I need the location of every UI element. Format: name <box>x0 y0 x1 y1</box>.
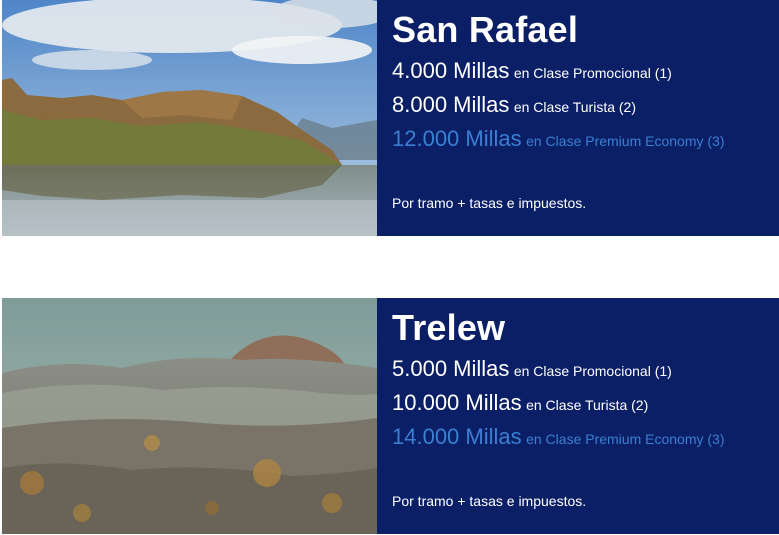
fare-class: en Clase Promocional (1) <box>513 65 672 81</box>
destination-info-panel: Trelew 5.000 Millas en Clase Promocional… <box>377 298 779 534</box>
fare-row-premium-economy: 12.000 Millas en Clase Premium Economy (… <box>392 128 779 150</box>
fare-note: Por tramo + tasas e impuestos. <box>392 195 587 211</box>
destination-photo <box>2 298 377 534</box>
destination-card-trelew[interactable]: Trelew 5.000 Millas en Clase Promocional… <box>2 298 779 534</box>
fare-row-turista: 10.000 Millas en Clase Turista (2) <box>392 392 779 414</box>
destination-city-name: San Rafael <box>392 9 579 50</box>
destination-card-san-rafael[interactable]: San Rafael 4.000 Millas en Clase Promoci… <box>2 0 779 236</box>
fare-row-premium-economy: 14.000 Millas en Clase Premium Economy (… <box>392 426 779 448</box>
fare-row-turista: 8.000 Millas en Clase Turista (2) <box>392 94 779 116</box>
destination-photo <box>2 0 377 236</box>
fare-miles: 10.000 Millas <box>392 390 522 415</box>
fare-row-promocional: 5.000 Millas en Clase Promocional (1) <box>392 358 779 380</box>
trelew-landscape-image <box>2 298 377 534</box>
fare-miles: 12.000 Millas <box>392 126 522 151</box>
fare-class: en Clase Turista (2) <box>513 99 637 115</box>
fare-class: en Clase Promocional (1) <box>513 363 672 379</box>
destination-info-panel: San Rafael 4.000 Millas en Clase Promoci… <box>377 0 779 236</box>
fare-class: en Clase Turista (2) <box>526 397 649 413</box>
fare-miles: 5.000 Millas <box>392 356 510 381</box>
san-rafael-landscape-image <box>2 0 377 236</box>
fare-class: en Clase Premium Economy (3) <box>526 133 725 149</box>
destination-city-name: Trelew <box>392 307 506 348</box>
fare-note: Por tramo + tasas e impuestos. <box>392 493 587 509</box>
fare-row-promocional: 4.000 Millas en Clase Promocional (1) <box>392 60 779 82</box>
fare-miles: 4.000 Millas <box>392 58 510 83</box>
fare-miles: 8.000 Millas <box>392 92 510 117</box>
fare-class: en Clase Premium Economy (3) <box>526 431 725 447</box>
fare-miles: 14.000 Millas <box>392 424 522 449</box>
